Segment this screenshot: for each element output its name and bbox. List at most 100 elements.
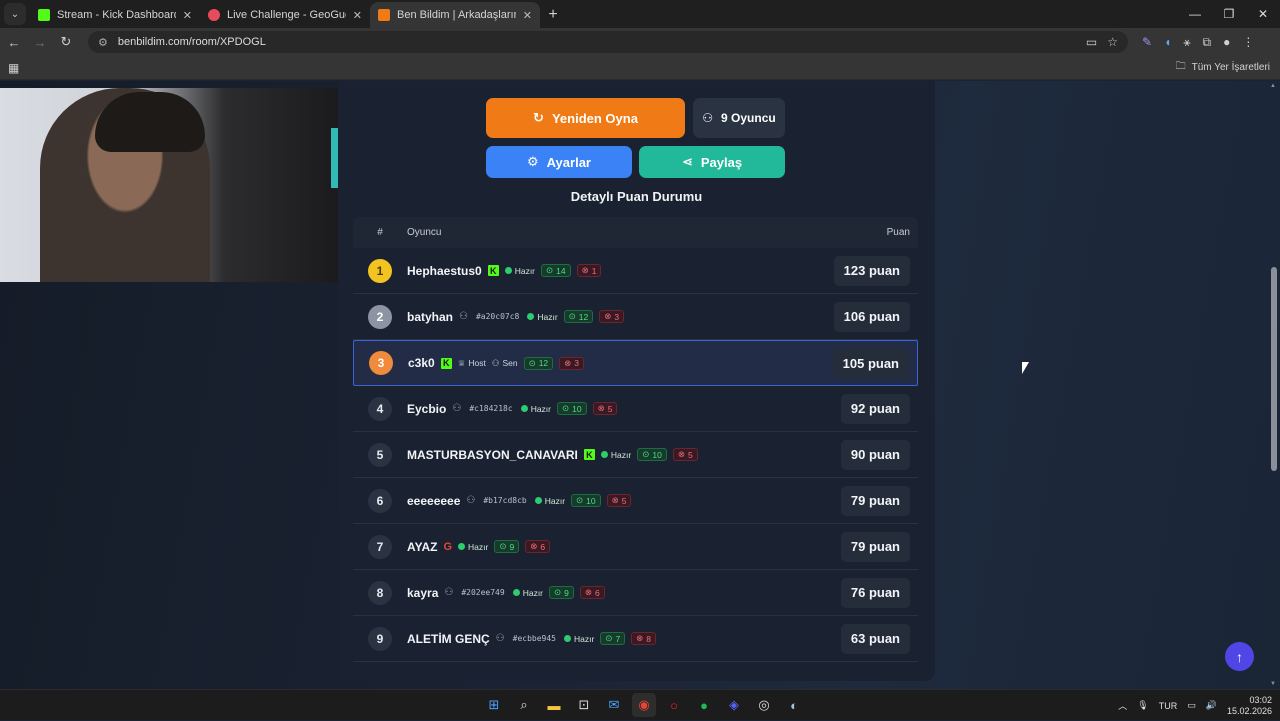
extensions-puzzle-icon[interactable]: ⧉	[1203, 35, 1212, 50]
back-button[interactable]: ←	[2, 30, 26, 54]
rank-badge: 3	[369, 351, 393, 375]
wrong-value: 6	[540, 541, 546, 552]
check-icon	[512, 589, 520, 596]
all-bookmarks[interactable]: 🗀 Tüm Yer İşaretleri	[1176, 59, 1270, 76]
minimize-button[interactable]: —	[1178, 0, 1212, 28]
language-indicator[interactable]: TUR	[1159, 701, 1178, 711]
site-info-icon[interactable]: ⚙	[98, 36, 108, 49]
spotify-icon[interactable]: ●	[692, 693, 716, 717]
check-icon	[564, 635, 571, 642]
correct-count: ⊙ 12	[523, 356, 554, 370]
correct-count: ⊙ 12	[563, 310, 594, 323]
window-controls: — ❐ ✕	[1178, 0, 1280, 28]
share-button[interactable]: ⋖ Paylaş	[639, 146, 785, 178]
obs-icon[interactable]: ◎	[752, 693, 776, 717]
correct-value: 10	[586, 495, 596, 506]
opera-icon[interactable]: ○	[662, 693, 686, 717]
rank-badge: 4	[368, 396, 392, 421]
forward-button[interactable]: →	[28, 30, 52, 54]
chrome-icon[interactable]: ◉	[632, 693, 656, 717]
pen-extension-icon[interactable]: ✎	[1142, 35, 1152, 49]
user-icon: ⚇	[491, 357, 500, 368]
share-icon: ⋖	[681, 154, 693, 169]
tab-title: Ben Bildim | Arkadaşlarınla Onli	[397, 9, 516, 21]
webcam-overlay	[0, 88, 345, 282]
scrollbar-thumb[interactable]	[1271, 267, 1277, 471]
scroll-down-icon[interactable]: ▼	[1270, 681, 1276, 687]
x-circle-icon: ⊗	[584, 587, 592, 597]
wrong-value: 8	[646, 633, 652, 644]
new-tab-button[interactable]: +	[540, 2, 566, 28]
correct-value: 9	[509, 541, 515, 552]
player-info: ALETİM GENÇ ⚇ #ecbbe945 Hazır ⊙ 7 ⊗ 8	[407, 632, 841, 646]
settings-label: Ayarlar	[546, 154, 591, 170]
discord-icon[interactable]: ◈	[722, 693, 746, 717]
webcam-person-hair	[95, 92, 205, 152]
mail-icon[interactable]: ✉	[602, 693, 626, 717]
kick-icon: K	[440, 357, 452, 369]
scroll-to-top-button[interactable]: ↑	[1225, 642, 1254, 671]
replay-button[interactable]: ↻ Yeniden Oyna	[486, 98, 685, 138]
bookmark-star-icon[interactable]: ☆	[1107, 35, 1118, 49]
restore-button[interactable]: ❐	[1212, 0, 1246, 28]
page-scrollbar[interactable]: ▲ ▼	[1270, 81, 1278, 689]
wrong-value: 3	[574, 358, 580, 368]
clock-date: 15.02.2026	[1226, 705, 1272, 716]
menu-dots-icon[interactable]: ⋮	[1242, 35, 1254, 49]
player-info: AYAZ G Hazır ⊙ 9 ⊗ 6	[407, 540, 841, 554]
chevron-up-icon[interactable]: ︿	[1118, 699, 1127, 712]
wrong-count: ⊗ 5	[606, 494, 632, 507]
player-count-button[interactable]: ⚇ 9 Oyuncu	[693, 98, 785, 138]
apps-grid-icon[interactable]: ▦	[8, 61, 19, 75]
file-explorer-icon[interactable]: ▬	[542, 693, 566, 717]
address-bar[interactable]: ⚙ benbildim.com/room/XPDOGL ▭ ☆	[88, 31, 1128, 53]
bookmarks-bar: ▦ 🗀 Tüm Yer İşaretleri	[0, 56, 1280, 80]
volume-icon[interactable]: 🔊	[1206, 700, 1217, 711]
audio-extension-icon[interactable]: ◖	[1164, 35, 1171, 49]
self-badge: ⚇ Sen	[492, 358, 518, 369]
room-panel: ↻ Yeniden Oyna ⚇ 9 Oyuncu ⚙ Ayarlar ⋖ Pa…	[338, 81, 935, 681]
scroll-up-icon[interactable]: ▲	[1270, 83, 1276, 89]
close-window-button[interactable]: ✕	[1246, 0, 1280, 28]
tab-search-button[interactable]: ⌄	[4, 3, 26, 25]
display-icon[interactable]: ▭	[1187, 700, 1196, 711]
ready-status: Hazır	[564, 634, 594, 644]
close-icon[interactable]: ✕	[183, 9, 192, 22]
score-value: 106 puan	[833, 301, 910, 332]
steam-icon[interactable]: ◐	[782, 693, 806, 717]
rank-badge: 7	[368, 534, 392, 559]
ready-status: Hazır	[534, 496, 565, 506]
url-text: benbildim.com/room/XPDOGL	[117, 36, 266, 48]
store-icon[interactable]: ⊡	[572, 693, 596, 717]
profile-avatar[interactable]: ●	[1223, 35, 1230, 49]
table-row: 9 ALETİM GENÇ ⚇ #ecbbe945 Hazır ⊙ 7 ⊗ 8 63 puan	[353, 616, 918, 662]
wrong-value: 6	[595, 587, 600, 598]
table-row: 8 kayra ⚇ #202ee749 Hazır ⊙ 9 ⊗ 6 76 puan	[353, 570, 918, 616]
microphone-icon[interactable]: 🎙	[1137, 700, 1148, 711]
page-content: ↻ Yeniden Oyna ⚇ 9 Oyuncu ⚙ Ayarlar ⋖ Pa…	[0, 81, 1280, 689]
tab-benbildim[interactable]: Ben Bildim | Arkadaşlarınla Onli ✕	[370, 2, 540, 28]
check-icon	[520, 405, 528, 412]
clock[interactable]: 03:02 15.02.2026	[1227, 695, 1272, 717]
tab-title: Stream - Kick Dashboard	[57, 9, 176, 21]
tab-kick-dashboard[interactable]: Stream - Kick Dashboard ✕	[30, 2, 200, 28]
translate-extension-icon[interactable]: ⚹	[1183, 35, 1190, 50]
kick-icon	[38, 9, 50, 21]
ready-status: Hazır	[512, 588, 543, 598]
check-circle-icon: ⊙	[546, 265, 554, 275]
close-icon[interactable]: ✕	[523, 9, 532, 22]
cast-icon[interactable]: ▭	[1086, 35, 1097, 49]
tab-geoguessr[interactable]: Live Challenge - GeoGuessr ✕	[200, 2, 370, 28]
score-value: 79 puan	[840, 531, 910, 562]
x-circle-icon: ⊗	[677, 449, 685, 459]
correct-count: ⊙ 14	[541, 264, 571, 277]
reload-button[interactable]: ↻	[54, 30, 78, 54]
start-icon[interactable]: ⊞	[482, 693, 506, 717]
table-row: 7 AYAZ G Hazır ⊙ 9 ⊗ 6 79 puan	[353, 524, 918, 570]
wrong-count: ⊗ 6	[579, 586, 605, 599]
tab-title: Live Challenge - GeoGuessr	[227, 9, 346, 21]
rank-badge: 2	[368, 304, 392, 329]
settings-button[interactable]: ⚙ Ayarlar	[486, 146, 632, 178]
close-icon[interactable]: ✕	[353, 9, 362, 22]
search-icon[interactable]: ⌕	[512, 693, 536, 717]
